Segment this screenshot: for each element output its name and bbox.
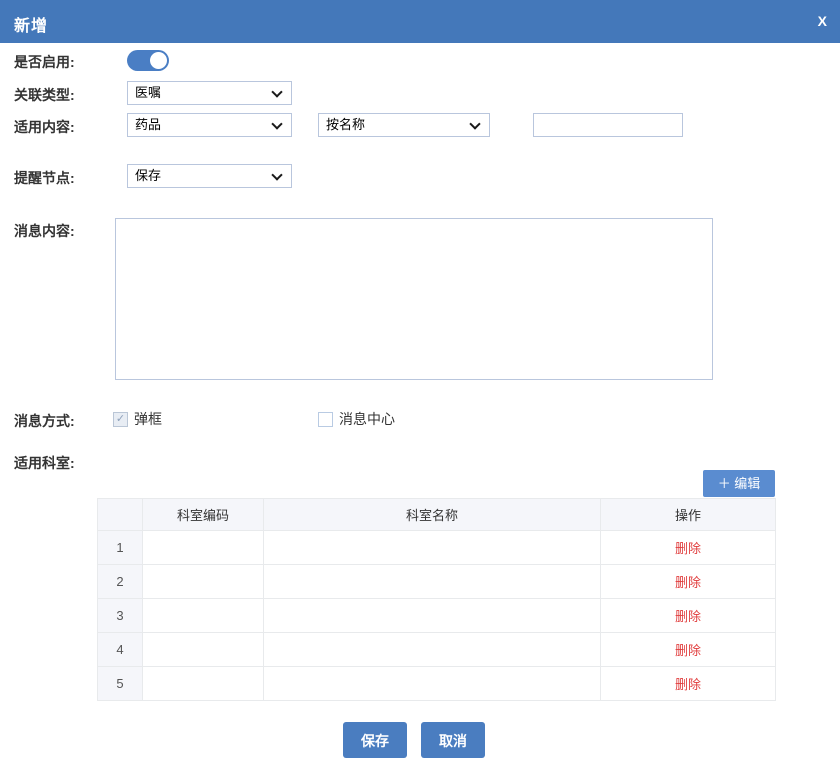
checkbox-unchecked-icon[interactable] — [318, 411, 333, 427]
dept-name-cell — [263, 666, 601, 701]
checkbox-checked-icon[interactable]: ✓ — [113, 411, 128, 427]
mode-option-message-center-label: 消息中心 — [339, 411, 395, 427]
table-row: 2 删除 — [97, 564, 776, 599]
dept-name-cell — [263, 598, 601, 633]
delete-link[interactable]: 删除 — [675, 609, 701, 624]
content-type-value: 药品 — [135, 117, 162, 132]
delete-link[interactable]: 删除 — [675, 677, 701, 692]
dept-code-cell — [142, 564, 264, 599]
header-dept-code: 科室编码 — [142, 498, 264, 531]
row-index: 1 — [97, 530, 143, 565]
row-index: 2 — [97, 564, 143, 599]
toggle-knob-icon — [150, 52, 167, 69]
header-dept-name: 科室名称 — [263, 498, 601, 531]
dialog-titlebar: 新增 X — [0, 0, 840, 43]
dept-code-cell — [142, 666, 264, 701]
content-type-select[interactable]: 药品 — [127, 113, 292, 137]
chevron-down-icon — [271, 86, 283, 98]
table-row: 5 删除 — [97, 666, 776, 701]
departments-table: 科室编码 科室名称 操作 1 删除 2 删除 3 删除 4 删除 5 删除 — [97, 498, 776, 701]
mode-option-popup-label: 弹框 — [134, 411, 162, 427]
enable-label: 是否启用: — [14, 54, 75, 70]
dept-code-cell — [142, 598, 264, 633]
message-mode-label: 消息方式: — [14, 413, 75, 429]
table-row: 4 删除 — [97, 632, 776, 667]
dept-code-cell — [142, 632, 264, 667]
content-keyword-input[interactable] — [533, 113, 683, 137]
remind-node-value: 保存 — [135, 168, 162, 183]
enable-toggle[interactable] — [127, 50, 169, 71]
dept-name-cell — [263, 564, 601, 599]
table-row: 3 删除 — [97, 598, 776, 633]
header-index — [97, 498, 143, 531]
chevron-down-icon — [271, 118, 283, 130]
remind-node-select[interactable]: 保存 — [127, 164, 292, 188]
mode-option-popup: ✓ 弹框 — [113, 409, 162, 429]
save-button[interactable]: 保存 — [343, 722, 407, 758]
table-row: 1 删除 — [97, 530, 776, 565]
edit-departments-button[interactable]: ＋ 编辑 — [703, 470, 775, 497]
relation-type-select[interactable]: 医嘱 — [127, 81, 292, 105]
message-content-label: 消息内容: — [14, 223, 75, 239]
chevron-down-icon — [469, 118, 481, 130]
mode-option-message-center: 消息中心 — [318, 409, 395, 429]
departments-label: 适用科室: — [14, 455, 75, 471]
delete-link[interactable]: 删除 — [675, 643, 701, 658]
remind-node-label: 提醒节点: — [14, 170, 75, 186]
delete-link[interactable]: 删除 — [675, 541, 701, 556]
cancel-button[interactable]: 取消 — [421, 722, 485, 758]
message-content-textarea[interactable] — [115, 218, 713, 380]
delete-link[interactable]: 删除 — [675, 575, 701, 590]
content-match-value: 按名称 — [326, 117, 366, 132]
relation-type-label: 关联类型: — [14, 87, 75, 103]
row-index: 4 — [97, 632, 143, 667]
dept-name-cell — [263, 632, 601, 667]
dialog-title: 新增 — [14, 18, 49, 35]
content-label: 适用内容: — [14, 119, 75, 135]
chevron-down-icon — [271, 169, 283, 181]
dept-code-cell — [142, 530, 264, 565]
table-header-row: 科室编码 科室名称 操作 — [97, 498, 776, 531]
content-match-select[interactable]: 按名称 — [318, 113, 490, 137]
row-index: 3 — [97, 598, 143, 633]
header-action: 操作 — [600, 498, 776, 531]
relation-type-value: 医嘱 — [135, 85, 162, 100]
row-index: 5 — [97, 666, 143, 701]
close-icon[interactable]: X — [818, 13, 827, 29]
dept-name-cell — [263, 530, 601, 565]
